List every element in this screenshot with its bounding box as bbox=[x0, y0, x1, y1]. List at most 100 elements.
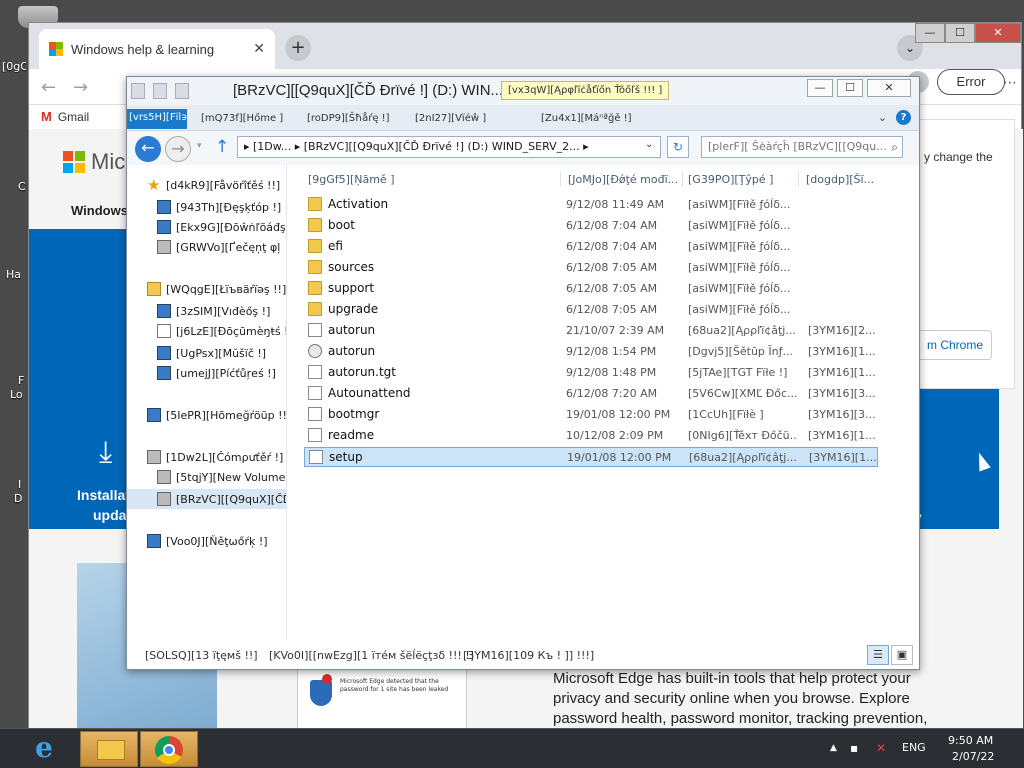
file-row[interactable]: sources 6/12/08 7:05 AM [asiWM][Fïłě ƒóĺδ.… bbox=[304, 258, 878, 278]
minimize-button[interactable]: — bbox=[915, 23, 945, 43]
column-header-name[interactable]: [9gGf5][Ņãmě ] bbox=[308, 173, 395, 186]
error-button[interactable]: Error bbox=[937, 69, 1005, 95]
file-row[interactable]: boot 6/12/08 7:04 AM [asiWM][Fïłě ƒóĺδ... bbox=[304, 216, 878, 236]
more-menu-icon[interactable]: ⋯ bbox=[1003, 75, 1017, 91]
nav-item[interactable]: [3zSIM][Vıđèőş !] bbox=[127, 301, 270, 321]
drive-icon[interactable] bbox=[131, 83, 145, 99]
tab-close-icon[interactable]: ✕ bbox=[253, 41, 265, 57]
file-row[interactable]: setup 19/01/08 12:00 PM [68ua2][Ąρρľï¢âţj.… bbox=[304, 447, 878, 467]
up-arrow-icon[interactable]: ↑ bbox=[215, 137, 229, 157]
maximize-button[interactable]: ☐ bbox=[945, 23, 975, 43]
nav-item[interactable]: [Ekx9G][Ðōŵṅľõáđş bbox=[127, 217, 286, 237]
column-header-size[interactable]: [dogdp][Šï... bbox=[806, 173, 874, 186]
alert-icon bbox=[322, 674, 332, 684]
nav-item[interactable]: [j6LzE][Ðõçũmèŋŧś ! bbox=[127, 321, 286, 341]
large-icons-view-button[interactable]: ▣ bbox=[891, 645, 913, 665]
file-row[interactable]: autorun.tgt 9/12/08 1:48 PM [5jTAe][TGT Fï… bbox=[304, 363, 878, 383]
search-icon[interactable]: ⌕ bbox=[891, 140, 898, 155]
application-tools-tab[interactable]: [vx3qW][Ąρφľïċåťïőn Ťõőľš !!! ] bbox=[501, 81, 670, 100]
nav-item[interactable]: [UgPsx][Mŭšïč !] bbox=[127, 343, 266, 363]
nav-item[interactable]: [1Dw2L][Ĉómρưťěŕ !] bbox=[127, 447, 283, 467]
nav-item[interactable]: [WQqgE][Łïъвäŕïəş !!] bbox=[127, 279, 286, 299]
file-row[interactable]: Autounattend 6/12/08 7:20 AM [5V6Cw][XMĽ Ð… bbox=[304, 384, 878, 404]
close-button[interactable]: ✕ bbox=[975, 23, 1021, 43]
volume-muted-icon[interactable]: ✕ bbox=[876, 741, 886, 755]
bookmark-gmail[interactable]: M Gmail bbox=[41, 109, 89, 124]
ribbon-tab-home[interactable]: [mQ73f][Hőme ] bbox=[201, 113, 283, 124]
nav-item-label: [umejJ][Píćťůŗeś !] bbox=[176, 366, 276, 380]
file-icon bbox=[308, 428, 322, 442]
language-indicator[interactable]: ENG bbox=[902, 741, 926, 754]
network-icon[interactable]: ▪ bbox=[850, 741, 858, 755]
file-row[interactable]: readme 10/12/08 2:09 PM [0NIg6][Ťěхт Ðőčü.… bbox=[304, 426, 878, 446]
column-header-type[interactable]: [G39PO][Ţŷpé ] bbox=[688, 173, 773, 186]
panel-text: y change the bbox=[924, 150, 993, 164]
nav-item[interactable]: [BRzVC][[Q9quX][ČĎ bbox=[127, 489, 286, 509]
refresh-button[interactable]: ↻ bbox=[667, 136, 689, 158]
taskbar-chrome-button[interactable] bbox=[140, 731, 198, 767]
column-divider[interactable] bbox=[798, 171, 799, 187]
browser-tab[interactable]: Windows help & learning ✕ bbox=[39, 29, 275, 69]
file-type: [0NIg6][Ťěхт Ðőčü... bbox=[688, 429, 798, 442]
show-hidden-icons-icon[interactable]: ▲ bbox=[830, 743, 837, 753]
file-row[interactable]: support 6/12/08 7:05 AM [asiWM][Fïłě ƒóĺδ.… bbox=[304, 279, 878, 299]
recent-locations-icon[interactable]: ▾ bbox=[197, 141, 202, 151]
file-date: 6/12/08 7:04 AM bbox=[566, 240, 658, 253]
column-header-date[interactable]: [JoMJo][Ðǿţé mоđï... bbox=[568, 173, 678, 186]
forward-icon[interactable]: → bbox=[73, 77, 88, 98]
clock-time[interactable]: 9:50 AM bbox=[948, 734, 993, 747]
ribbon-tab-view[interactable]: [2nI27][Vïéŵ ] bbox=[415, 113, 486, 124]
ribbon-tab-manage[interactable]: [Zu4x1][Máⁿªğě !] bbox=[541, 113, 632, 124]
file-row[interactable]: Activation 9/12/08 11:49 AM [asiWM][Fïłě ƒ… bbox=[304, 195, 878, 215]
column-divider[interactable] bbox=[682, 171, 683, 187]
file-row[interactable]: autorun 9/12/08 1:54 PM [Dgvj5][Šětūp Ĭnƒ.… bbox=[304, 342, 878, 362]
ribbon-expand-icon[interactable]: ⌄ bbox=[878, 111, 887, 124]
forward-button[interactable]: → bbox=[165, 136, 191, 162]
panel-button[interactable]: m Chrome bbox=[916, 330, 992, 360]
file-name: sources bbox=[328, 260, 375, 274]
internet-explorer-icon[interactable]: e bbox=[26, 733, 62, 765]
desktop-icon-label[interactable]: Ha bbox=[6, 268, 30, 281]
nav-item-label: [5IePR][Hõmeğŕöũp !!] bbox=[166, 408, 287, 422]
new-tab-button[interactable]: + bbox=[285, 35, 311, 61]
explorer-titlebar[interactable]: [BRzVC][[Q9quX][ČĎ Ðrïvé !] (D:) WIN... … bbox=[127, 77, 919, 105]
nav-item[interactable]: ★ [d4kR9][Fåvöŕîťěś !!] bbox=[127, 175, 280, 195]
back-icon[interactable]: ← bbox=[41, 77, 56, 98]
help-icon[interactable]: ? bbox=[896, 110, 911, 125]
file-row[interactable]: upgrade 6/12/08 7:05 AM [asiWM][Fïłě ƒóĺδ.… bbox=[304, 300, 878, 320]
file-row[interactable]: efi 6/12/08 7:04 AM [asiWM][Fïłě ƒóĺδ... bbox=[304, 237, 878, 257]
nav-item[interactable]: [Voo0J][Ňěţωőŕķ !] bbox=[127, 531, 268, 551]
chevron-down-icon[interactable]: ⌄ bbox=[645, 139, 653, 150]
nav-item[interactable]: [5tqjY][New Volume bbox=[127, 467, 285, 487]
location-icon bbox=[157, 366, 171, 380]
nav-item[interactable]: [umejJ][Píćťůŗeś !] bbox=[127, 363, 276, 383]
file-row[interactable]: bootmgr 19/01/08 12:00 PM [1CcUh][Fïłè ] [3… bbox=[304, 405, 878, 425]
file-type: [asiWM][Fïłě ƒóĺδ... bbox=[688, 282, 791, 295]
address-input[interactable]: ▸ [1Dw... ▸ [BRzVC][[Q9quX][ČĎ Ðrïvé !] … bbox=[237, 136, 661, 158]
properties-icon[interactable] bbox=[153, 83, 167, 99]
microsoft-logo[interactable]: Micr bbox=[63, 149, 133, 175]
ribbon-file-tab[interactable]: [vrs5H][Fïl϶ bbox=[127, 109, 187, 129]
hero-left-text[interactable]: Installat upda bbox=[77, 485, 130, 525]
close-button[interactable]: ✕ bbox=[867, 79, 911, 97]
nav-item[interactable]: [5IePR][Hõmeğŕöũp !!] bbox=[127, 405, 287, 425]
page-nav-label[interactable]: Windows bbox=[71, 203, 128, 218]
file-row[interactable]: autorun 21/10/07 2:39 AM [68ua2][Ąρρľï¢âţj… bbox=[304, 321, 878, 341]
nav-item[interactable]: [GRWVo][Ґеčęņţ φļ bbox=[127, 237, 280, 257]
taskbar-explorer-button[interactable] bbox=[80, 731, 138, 767]
column-divider[interactable] bbox=[560, 171, 561, 187]
back-button[interactable]: ← bbox=[135, 136, 161, 162]
location-icon bbox=[157, 240, 171, 254]
file-date: 10/12/08 2:09 PM bbox=[566, 429, 664, 442]
clock-date[interactable]: 2/07/22 bbox=[952, 750, 994, 763]
details-view-button[interactable]: ☰ bbox=[867, 645, 889, 665]
search-input[interactable]: [plerF][ Šėàŕçĥ [BRzVC][[Q9qu... ⌕ bbox=[701, 136, 903, 158]
new-folder-icon[interactable] bbox=[175, 83, 189, 99]
ribbon-tab-share[interactable]: [roDP9][Šħåŕę !] bbox=[307, 113, 390, 124]
desktop-icon-label[interactable]: [0gO bbox=[2, 60, 26, 73]
nav-item[interactable]: [943Th][Ðęşķťóp !] bbox=[127, 197, 281, 217]
minimize-button[interactable]: — bbox=[807, 79, 833, 97]
file-name: Autounattend bbox=[328, 386, 411, 400]
maximize-button[interactable]: ☐ bbox=[837, 79, 863, 97]
file-list: [9gGf5][Ņãmě ] [JoMJo][Ðǿţé mоđï... [G39… bbox=[288, 165, 919, 639]
